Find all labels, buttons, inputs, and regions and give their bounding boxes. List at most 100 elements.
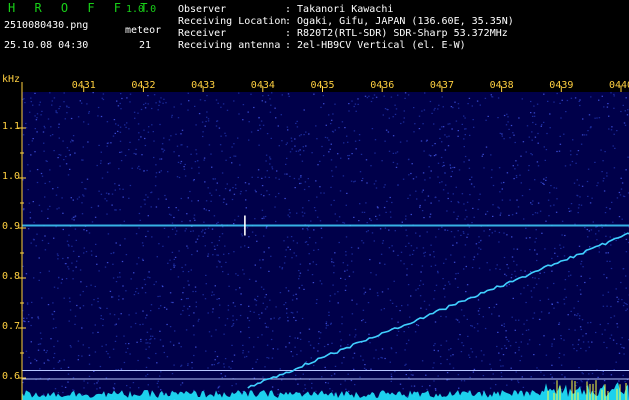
noise-speck (53, 345, 55, 348)
noise-speck (208, 210, 210, 212)
noise-speck (23, 208, 25, 210)
noise-speck (62, 212, 64, 214)
noise-speck (482, 316, 484, 318)
noise-speck (48, 181, 51, 183)
noise-speck (156, 256, 158, 258)
noise-speck (450, 175, 452, 178)
noise-speck (231, 325, 233, 327)
noise-speck (141, 154, 143, 156)
noise-speck (82, 159, 84, 161)
noise-speck (289, 212, 291, 214)
noise-speck (315, 125, 317, 127)
noise-speck (527, 329, 530, 331)
noise-speck (293, 316, 295, 319)
noise-speck (94, 324, 96, 326)
noise-speck (265, 154, 268, 156)
noise-speck (455, 120, 458, 122)
noise-speck (27, 189, 29, 191)
noise-speck (437, 176, 439, 178)
noise-speck (140, 206, 142, 208)
noise-speck (468, 97, 471, 99)
noise-speck (55, 327, 57, 329)
noise-speck (65, 163, 68, 165)
noise-speck (480, 248, 482, 250)
noise-speck (497, 117, 499, 119)
noise-speck (286, 173, 288, 175)
noise-speck (389, 361, 391, 363)
noise-speck (30, 242, 32, 244)
noise-speck (62, 228, 64, 231)
noise-speck (499, 132, 501, 134)
noise-speck (148, 346, 150, 348)
noise-speck (359, 171, 362, 173)
noise-speck (288, 95, 290, 97)
noise-speck (461, 342, 463, 344)
noise-speck (130, 278, 132, 280)
noise-speck (22, 134, 25, 136)
noise-speck (153, 140, 155, 142)
noise-speck (277, 393, 279, 395)
noise-speck (32, 104, 34, 106)
noise-speck (55, 194, 58, 196)
noise-speck (124, 124, 126, 126)
noise-speck (169, 292, 172, 294)
noise-speck (458, 169, 461, 171)
noise-speck (405, 215, 407, 217)
noise-speck (275, 177, 277, 179)
noise-speck (550, 373, 552, 376)
noise-speck (424, 92, 426, 94)
noise-speck (327, 382, 329, 384)
noise-speck (577, 300, 579, 302)
noise-speck (505, 336, 507, 338)
noise-speck (454, 101, 456, 103)
noise-speck (206, 111, 208, 113)
noise-speck (369, 288, 371, 290)
noise-speck (587, 195, 589, 197)
noise-speck (286, 142, 288, 144)
noise-speck (612, 339, 615, 341)
noise-speck (455, 186, 457, 188)
noise-speck (579, 326, 582, 328)
noise-speck (198, 172, 200, 174)
noise-speck (478, 236, 480, 238)
noise-speck (453, 211, 455, 213)
noise-speck (460, 234, 462, 236)
noise-speck (292, 240, 295, 242)
noise-speck (193, 334, 195, 336)
noise-speck (401, 305, 403, 307)
noise-speck (264, 308, 267, 310)
noise-speck (213, 294, 215, 296)
noise-speck (419, 235, 421, 237)
noise-speck (407, 284, 410, 286)
noise-speck (254, 264, 256, 266)
noise-speck (391, 302, 394, 304)
noise-speck (317, 216, 319, 218)
noise-speck (223, 366, 225, 368)
noise-speck (87, 123, 90, 125)
noise-speck (298, 270, 300, 272)
noise-speck (613, 315, 616, 317)
noise-speck (147, 276, 149, 278)
noise-speck (90, 284, 92, 286)
noise-speck (581, 134, 584, 136)
noise-speck (301, 211, 304, 213)
noise-speck (101, 177, 104, 179)
noise-speck (106, 171, 109, 173)
noise-speck (415, 289, 417, 291)
noise-speck (405, 343, 408, 345)
noise-speck (534, 249, 536, 251)
noise-speck (592, 221, 594, 223)
noise-speck (249, 310, 252, 312)
noise-speck (501, 348, 503, 350)
noise-speck (537, 142, 539, 144)
noise-speck (349, 334, 351, 336)
noise-speck (115, 209, 117, 211)
noise-speck (503, 325, 505, 328)
noise-speck (214, 178, 216, 180)
noise-speck (540, 311, 543, 313)
noise-speck (313, 347, 315, 349)
noise-speck (129, 101, 131, 103)
noise-speck (422, 189, 424, 191)
noise-speck (608, 115, 610, 117)
y-tick-label: 0.7 (2, 321, 21, 332)
